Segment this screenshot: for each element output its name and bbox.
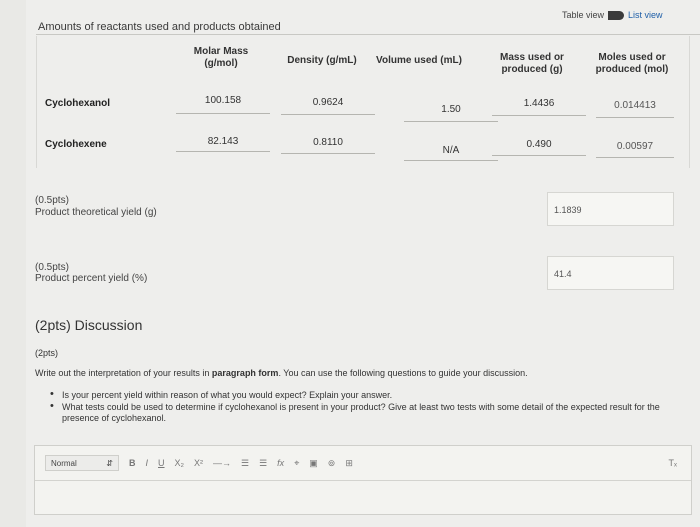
- input-underline: [596, 117, 674, 118]
- input-underline: [492, 155, 586, 156]
- image-icon[interactable]: ▣: [309, 458, 318, 469]
- embed-icon[interactable]: ⊚: [328, 458, 336, 469]
- discussion-title: (2pts) Discussion: [35, 317, 143, 333]
- paragraph-style-select[interactable]: Normal ⇵: [45, 455, 119, 471]
- view-toggle[interactable]: Table view List view: [562, 10, 663, 20]
- instruction-text: . You can use the following questions to…: [278, 368, 528, 378]
- unordered-list-icon[interactable]: ☰: [259, 458, 267, 469]
- theoretical-yield-input[interactable]: 1.1839: [547, 192, 674, 226]
- col-header-density: Density (g/mL): [287, 55, 357, 66]
- cell-molar-mass[interactable]: 100.158: [176, 95, 270, 106]
- cell-volume[interactable]: 1.50: [404, 104, 498, 115]
- clear-format-icon[interactable]: Tₓ: [669, 458, 677, 468]
- ordered-list-icon[interactable]: ☰: [241, 458, 249, 469]
- question-item: Is your percent yield within reason of w…: [48, 389, 663, 401]
- instruction-text: Write out the interpretation of your res…: [35, 368, 212, 378]
- percent-yield-label: Product percent yield (%): [35, 273, 148, 284]
- input-underline: [176, 113, 270, 114]
- row-label-cyclohexene: Cyclohexene: [45, 139, 107, 150]
- input-underline: [596, 157, 674, 158]
- input-underline: [176, 151, 270, 152]
- subscript-button[interactable]: X₂: [175, 458, 185, 468]
- table-view-label[interactable]: Table view: [562, 10, 604, 20]
- col-header-moles: Moles used or produced (mol): [595, 52, 669, 75]
- select-stepper-icon: ⇵: [106, 458, 113, 468]
- theoretical-yield-points: (0.5pts): [35, 195, 69, 206]
- editor-toolbar: Normal ⇵ B I U X₂ X² —→ ☰ ☰ fx ⌖ ▣ ⊚ ⊞ T…: [35, 446, 691, 481]
- section-title: Amounts of reactants used and products o…: [38, 21, 281, 33]
- question-item: What tests could be used to determine if…: [48, 401, 663, 424]
- arrow-icon[interactable]: —→: [213, 458, 231, 468]
- underline-button[interactable]: U: [158, 458, 165, 468]
- input-underline: [404, 160, 498, 161]
- percent-yield-points: (0.5pts): [35, 262, 69, 273]
- col-header-volume: Volume used (mL): [376, 55, 462, 66]
- percent-yield-input[interactable]: 41.4: [547, 256, 674, 290]
- toggle-switch-icon[interactable]: [608, 10, 625, 20]
- style-select-value: Normal: [51, 458, 77, 468]
- cell-molar-mass[interactable]: 82.143: [176, 136, 270, 147]
- col-header-molar-mass: Molar Mass (g/mol): [193, 46, 249, 69]
- formula-icon[interactable]: fx: [277, 458, 284, 468]
- theoretical-yield-label: Product theoretical yield (g): [35, 207, 157, 218]
- cell-mass[interactable]: 0.490: [492, 139, 586, 150]
- cell-density[interactable]: 0.9624: [281, 97, 375, 108]
- italic-button[interactable]: I: [146, 458, 149, 468]
- cell-moles[interactable]: 0.014413: [596, 100, 674, 111]
- editor-text-area[interactable]: [35, 482, 691, 514]
- assignment-page: Amounts of reactants used and products o…: [26, 0, 700, 527]
- discussion-questions: Is your percent yield within reason of w…: [48, 389, 663, 425]
- discussion-instruction: Write out the interpretation of your res…: [35, 368, 685, 378]
- cell-density[interactable]: 0.8110: [281, 137, 375, 148]
- instruction-emphasis: paragraph form: [211, 368, 279, 378]
- discussion-points: (2pts): [35, 348, 59, 358]
- table-icon[interactable]: ⊞: [345, 458, 353, 469]
- input-underline: [281, 153, 375, 154]
- superscript-button[interactable]: X²: [194, 458, 203, 468]
- title-divider: [36, 34, 700, 35]
- input-underline: [281, 114, 375, 115]
- cell-mass[interactable]: 1.4436: [492, 98, 586, 109]
- row-label-cyclohexanol: Cyclohexanol: [45, 98, 111, 109]
- col-header-mass: Mass used or produced (g): [500, 52, 564, 75]
- input-underline: [404, 121, 498, 122]
- list-view-label[interactable]: List view: [628, 10, 663, 20]
- bold-button[interactable]: B: [129, 458, 136, 468]
- cell-volume: N/A: [442, 145, 460, 156]
- cell-moles[interactable]: 0.00597: [596, 141, 674, 152]
- input-underline: [492, 115, 586, 116]
- discussion-editor: Normal ⇵ B I U X₂ X² —→ ☰ ☰ fx ⌖ ▣ ⊚ ⊞ T…: [34, 445, 692, 515]
- link-icon[interactable]: ⌖: [294, 458, 299, 469]
